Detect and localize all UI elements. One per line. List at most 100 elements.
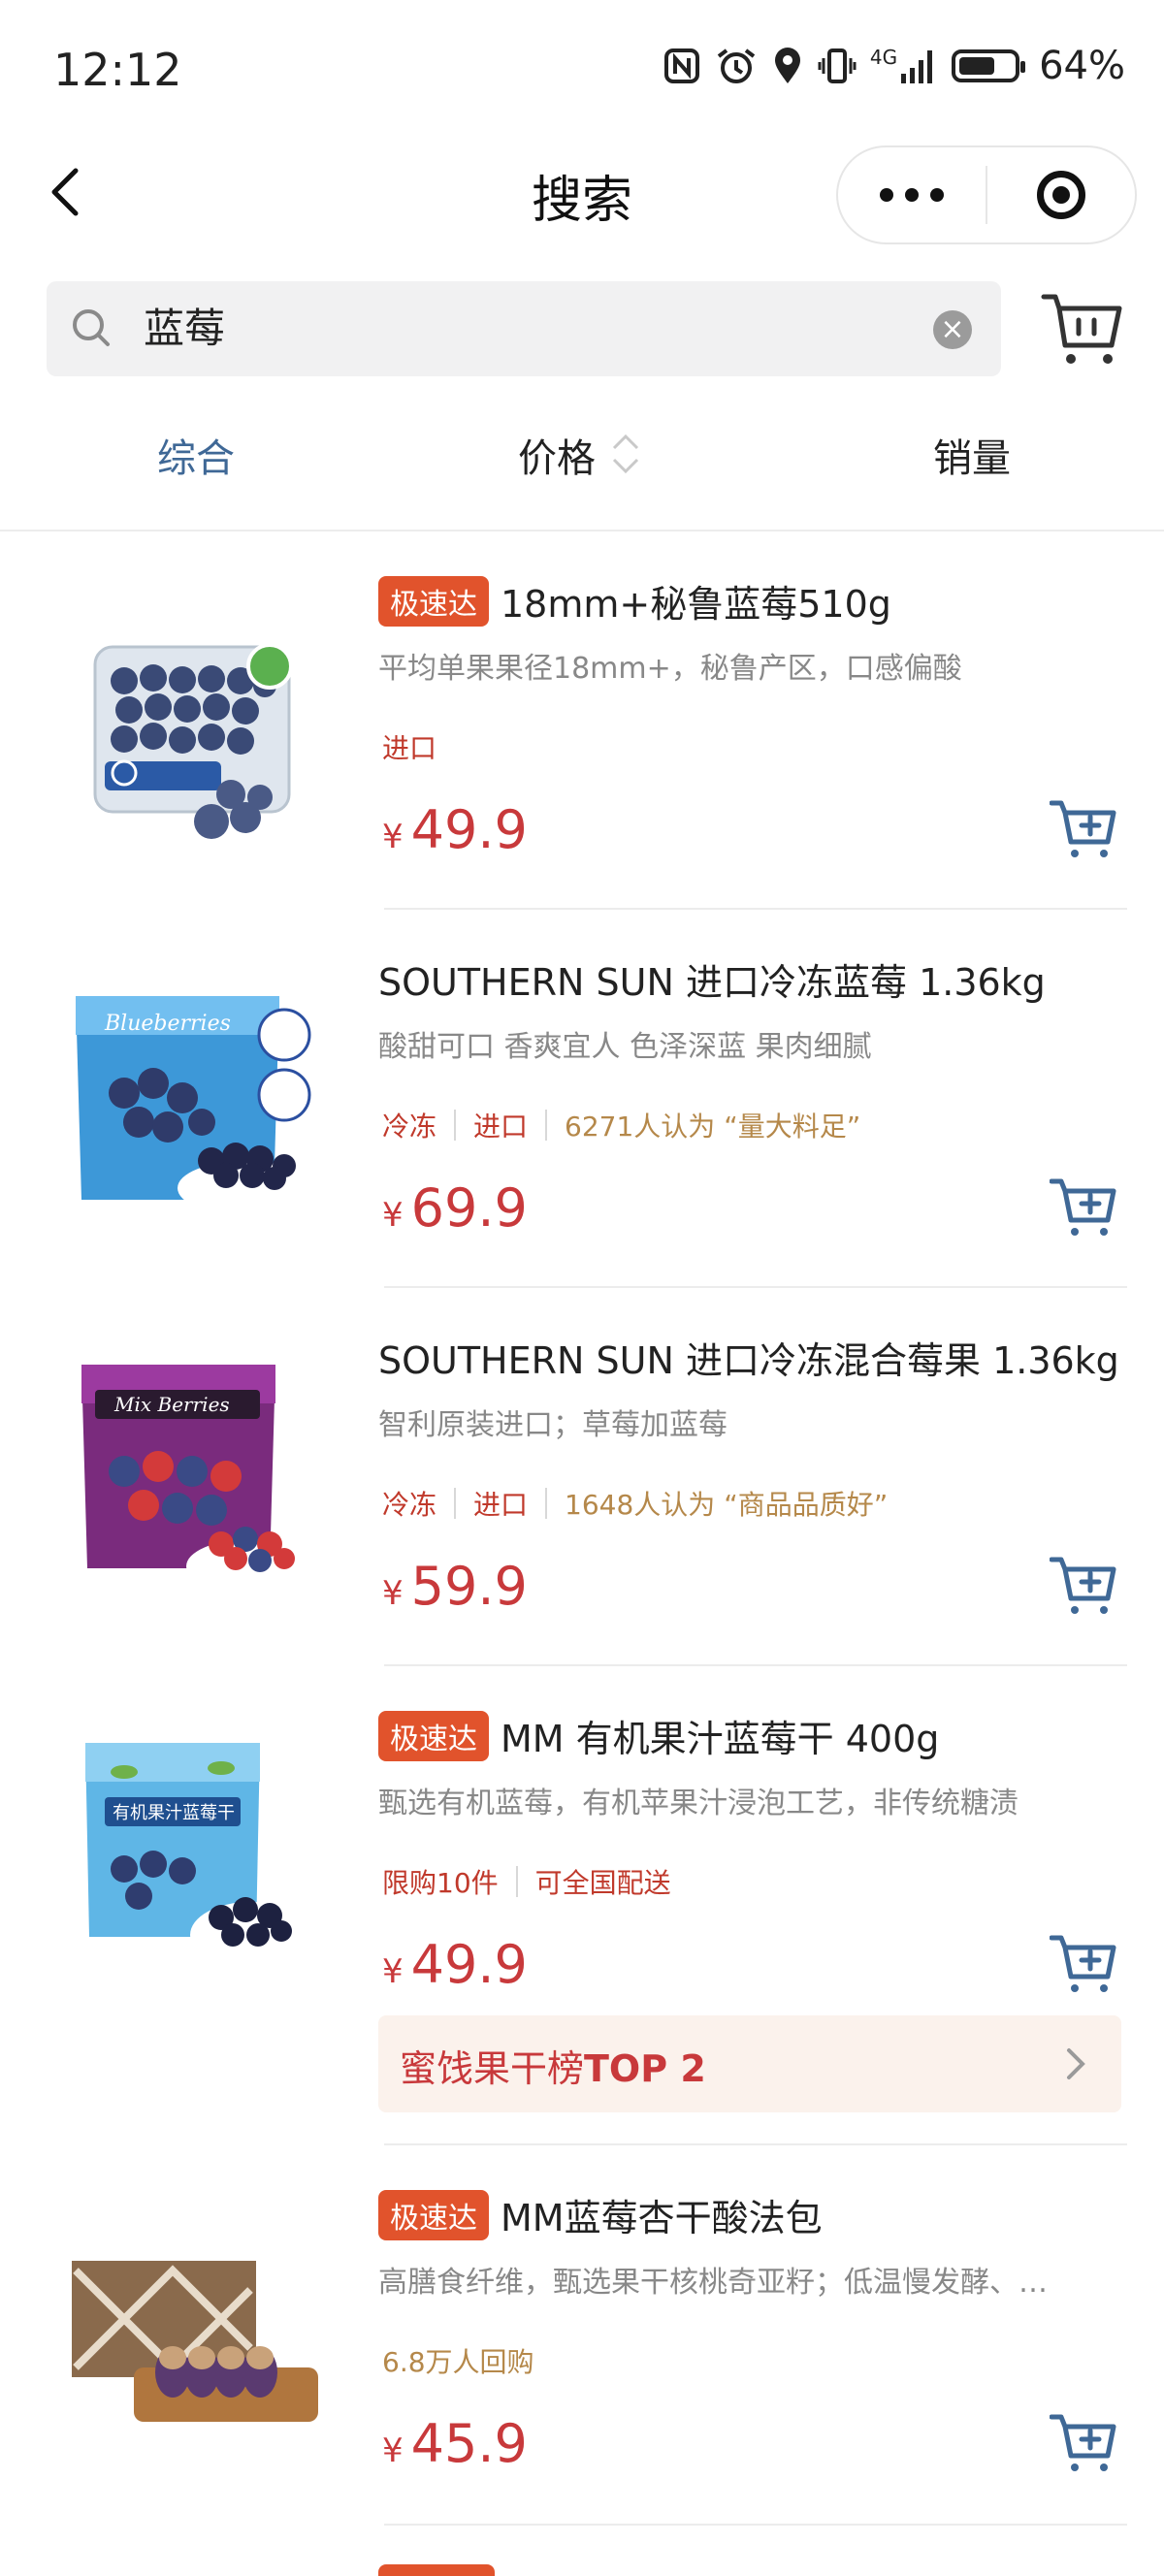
search-bar[interactable]: 蓝莓 ×: [47, 281, 1001, 376]
item-divider: [384, 2143, 1127, 2145]
close-miniprogram-button[interactable]: [987, 171, 1135, 219]
tab-sales[interactable]: 销量: [933, 427, 1011, 483]
tab-divider: [0, 530, 1164, 531]
product-image-sourdough-bread: [72, 2261, 318, 2422]
product-tags: 冷冻 进口 6271人认为 “量大料足”: [382, 1106, 860, 1144]
price-value: 49.9: [410, 799, 528, 860]
currency-symbol: ¥: [382, 818, 404, 856]
item-divider: [384, 1286, 1127, 1288]
battery-percent: 64%: [1039, 44, 1125, 88]
battery-icon: [952, 49, 1026, 82]
product-name-row: 极速达 MM蓝莓杏干酸法包: [378, 2188, 1145, 2241]
search-input[interactable]: 蓝莓: [144, 301, 225, 357]
product-tag: 进口: [473, 1111, 529, 1143]
add-to-cart-icon[interactable]: [1050, 2409, 1119, 2475]
sort-arrows-icon: [612, 434, 639, 474]
miniprogram-capsule: [836, 145, 1137, 244]
express-badge: 极速达: [378, 1710, 489, 1761]
sort-tabs: 综合 价格 销量: [0, 427, 1164, 495]
product-tag: 进口: [473, 1489, 529, 1521]
currency-symbol: ¥: [382, 2431, 404, 2470]
product-price: ¥49.9: [382, 799, 528, 860]
product-tags: 冷冻 进口 1648人认为 “商品品质好”: [382, 1484, 888, 1523]
currency-symbol: ¥: [382, 1196, 404, 1235]
product-tag: 冷冻: [382, 1489, 437, 1521]
ranking-text: 蜜饯果干榜TOP 2: [400, 2039, 706, 2092]
add-to-cart-icon[interactable]: [1050, 1174, 1119, 1240]
express-badge: 极速达: [378, 2189, 489, 2240]
clear-icon[interactable]: ×: [933, 310, 972, 349]
review-tag: 1648人认为 “商品品质好”: [565, 1489, 889, 1521]
item-divider: [384, 1664, 1127, 1666]
vibrate-icon: [818, 48, 857, 83]
product-tag: 冷冻: [382, 1111, 437, 1143]
product-name-row: 极速达 18mm+秘鲁蓝莓510g: [378, 574, 1145, 628]
status-icons: 4G 64%: [663, 44, 1125, 88]
item-divider: [384, 2524, 1127, 2526]
product-name: SOUTHERN SUN 进口冷冻混合莓果 1.36kg: [378, 1339, 1119, 1382]
product-price: ¥69.9: [382, 1177, 528, 1239]
target-icon: [1036, 171, 1085, 219]
add-to-cart-icon[interactable]: [1050, 1552, 1119, 1618]
product-tag: 可全国配送: [534, 1867, 671, 1899]
product-tags: 进口: [382, 727, 436, 766]
price-value: 45.9: [410, 2413, 528, 2474]
nav-bar: 搜索: [0, 145, 1164, 244]
location-icon: [774, 48, 800, 83]
review-tag: 6271人认为 “量大料足”: [565, 1111, 861, 1143]
express-badge: 极速达: [378, 575, 489, 627]
more-icon[interactable]: [838, 188, 986, 202]
product-name: MM蓝莓杏干酸法包: [501, 2197, 823, 2239]
tag-separator: [454, 1488, 457, 1519]
svg-text:Mix Berries: Mix Berries: [113, 1393, 230, 1416]
tag-separator: [454, 1110, 457, 1141]
product-desc: 酸甜可口 香爽宜人 色泽深蓝 果肉细腻: [378, 1030, 872, 1064]
product-price: ¥59.9: [382, 1556, 528, 1617]
price-value: 49.9: [410, 1934, 528, 1995]
product-name: 18mm+秘鲁蓝莓510g: [501, 583, 891, 626]
ranking-top: TOP 2: [584, 2047, 706, 2090]
chevron-right-icon: [1067, 2048, 1085, 2079]
price-value: 69.9: [410, 1177, 528, 1239]
next-item-badge-peek: [378, 2564, 495, 2576]
product-name-row: SOUTHERN SUN 进口冷冻混合莓果 1.36kg: [378, 1331, 1145, 1384]
svg-text:有机果汁蓝莓干: 有机果汁蓝莓干: [113, 1803, 235, 1823]
alarm-icon: [717, 48, 756, 83]
product-image-mixed-berries-bag: Mix Berries: [81, 1365, 314, 1594]
tag-separator: [545, 1110, 548, 1141]
product-image-frozen-blueberry-bag: Blueberries: [76, 996, 313, 1215]
item-divider: [384, 908, 1127, 910]
price-value: 59.9: [410, 1556, 528, 1617]
tab-price[interactable]: 价格: [518, 427, 596, 483]
add-to-cart-icon[interactable]: [1050, 1930, 1119, 1996]
product-price: ¥45.9: [382, 2413, 528, 2474]
product-tags: 6.8万人回购: [382, 2341, 534, 2380]
nfc-icon: [663, 48, 699, 83]
product-name: SOUTHERN SUN 进口冷冻蓝莓 1.36kg: [378, 961, 1046, 1004]
product-desc: 智利原装进口；草莓加蓝莓: [378, 1408, 728, 1442]
tab-comprehensive[interactable]: 综合: [157, 427, 235, 483]
currency-symbol: ¥: [382, 1574, 404, 1613]
product-tag: 限购10件: [382, 1867, 499, 1899]
cart-icon[interactable]: [1040, 287, 1125, 369]
ranking-label: 蜜饯果干榜: [400, 2047, 585, 2090]
product-desc: 高膳食纤维，甄选果干核桃奇亚籽；低温慢发酵、…: [378, 2266, 1048, 2300]
add-to-cart-icon[interactable]: [1050, 795, 1119, 861]
product-tags: 限购10件 可全国配送: [382, 1862, 671, 1901]
product-desc: 平均单果果径18mm+，秘鲁产区，口感偏酸: [378, 652, 962, 686]
tag-separator: [545, 1488, 548, 1519]
signal-icon: [901, 50, 933, 83]
product-name: MM 有机果汁蓝莓干 400g: [501, 1718, 940, 1760]
product-name-row: SOUTHERN SUN 进口冷冻蓝莓 1.36kg: [378, 952, 1145, 1006]
product-image-dried-blueberry-bag: 有机果汁蓝莓干: [85, 1743, 310, 1968]
tag-separator: [515, 1866, 518, 1897]
svg-text:Blueberries: Blueberries: [104, 1012, 231, 1036]
ranking-banner[interactable]: 蜜饯果干榜TOP 2: [378, 2015, 1121, 2112]
product-image-blueberry-box: [93, 643, 293, 839]
search-icon: [73, 309, 110, 346]
status-time: 12:12: [53, 44, 182, 96]
status-bar: 12:12 4G 64%: [0, 0, 1164, 145]
network-label: 4G: [869, 46, 898, 69]
product-price: ¥49.9: [382, 1934, 528, 1995]
product-tag: 进口: [382, 732, 437, 764]
